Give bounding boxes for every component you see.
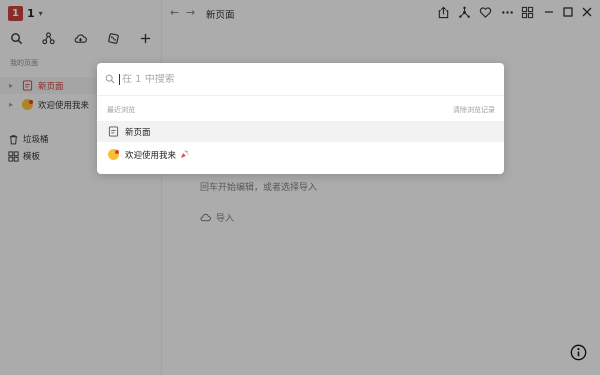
page-icon <box>108 126 119 137</box>
modal-backdrop[interactable] <box>0 0 600 375</box>
search-dialog: 最近浏览 清除浏览记录 新页面 欢迎使用我来 <box>97 63 504 174</box>
search-bar <box>97 63 504 96</box>
search-input[interactable] <box>119 73 489 85</box>
search-result-title: 欢迎使用我来 <box>125 150 177 161</box>
party-popper-icon <box>180 150 189 159</box>
clear-history-link[interactable]: 清除浏览记录 <box>453 105 495 115</box>
search-result-item[interactable]: 新页面 <box>97 121 504 142</box>
search-icon <box>105 74 115 84</box>
emoji-kiss-icon <box>108 149 119 160</box>
search-result-title: 新页面 <box>125 127 151 138</box>
search-result-item[interactable]: 欢迎使用我来 <box>97 144 504 165</box>
recent-label: 最近浏览 <box>107 106 135 114</box>
